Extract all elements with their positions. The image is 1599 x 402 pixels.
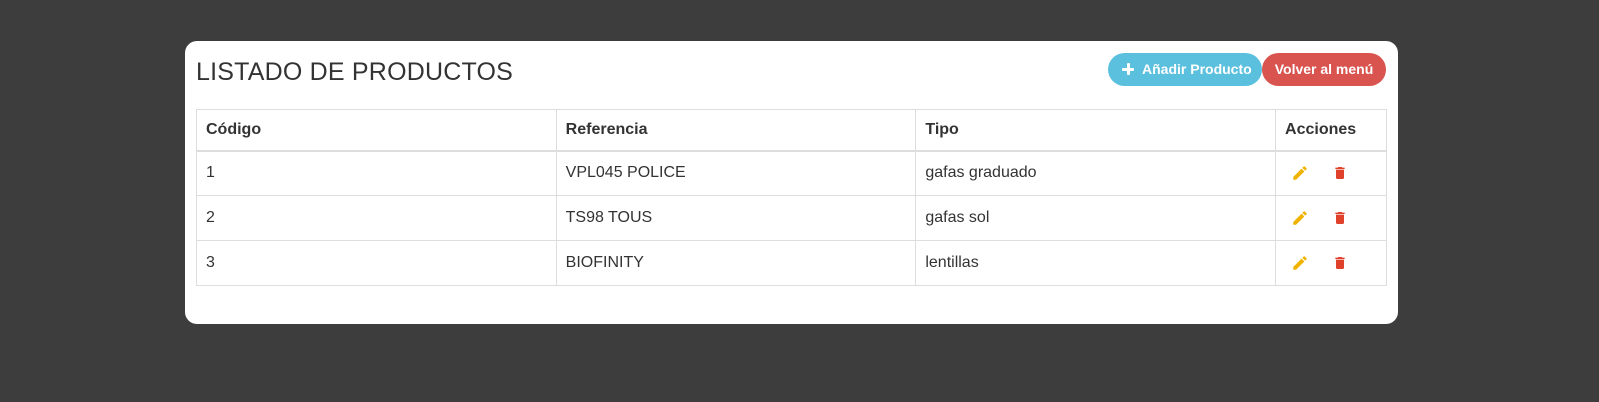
cell-type: gafas sol — [915, 195, 1277, 241]
table-row: 3 BIOFINITY lentillas — [196, 240, 1387, 286]
table-row: 1 VPL045 POLICE gafas graduado — [196, 150, 1387, 196]
page-title: LISTADO DE PRODUCTOS — [196, 58, 514, 86]
header-type: Tipo — [915, 109, 1277, 152]
cell-type: gafas graduado — [915, 150, 1277, 196]
pencil-icon[interactable] — [1291, 209, 1309, 227]
products-table: Código Referencia Tipo Acciones 1 VPL045… — [196, 109, 1387, 286]
trash-icon[interactable] — [1331, 164, 1349, 182]
header-code: Código — [196, 109, 557, 152]
cell-code: 2 — [196, 195, 557, 241]
plus-icon — [1122, 63, 1134, 75]
cell-type: lentillas — [915, 240, 1277, 286]
trash-icon[interactable] — [1331, 254, 1349, 272]
cell-reference: BIOFINITY — [555, 240, 917, 286]
back-to-menu-button[interactable]: Volver al menú — [1262, 53, 1386, 86]
cell-actions — [1275, 240, 1387, 286]
table-row: 2 TS98 TOUS gafas sol — [196, 195, 1387, 241]
cell-code: 3 — [196, 240, 557, 286]
cell-reference: VPL045 POLICE — [555, 150, 917, 196]
trash-icon[interactable] — [1331, 209, 1349, 227]
back-to-menu-label: Volver al menú — [1274, 61, 1374, 77]
header-reference: Referencia — [555, 109, 917, 152]
cell-code: 1 — [196, 150, 557, 196]
add-product-label: Añadir Producto — [1142, 61, 1252, 77]
pencil-icon[interactable] — [1291, 164, 1309, 182]
cell-actions — [1275, 195, 1387, 241]
pencil-icon[interactable] — [1291, 254, 1309, 272]
cell-actions — [1275, 150, 1387, 196]
cell-reference: TS98 TOUS — [555, 195, 917, 241]
table-header-row: Código Referencia Tipo Acciones — [196, 109, 1387, 152]
add-product-button[interactable]: Añadir Producto — [1108, 53, 1262, 86]
header-actions: Acciones — [1275, 109, 1387, 152]
products-panel: LISTADO DE PRODUCTOS Añadir Producto Vol… — [185, 41, 1398, 324]
